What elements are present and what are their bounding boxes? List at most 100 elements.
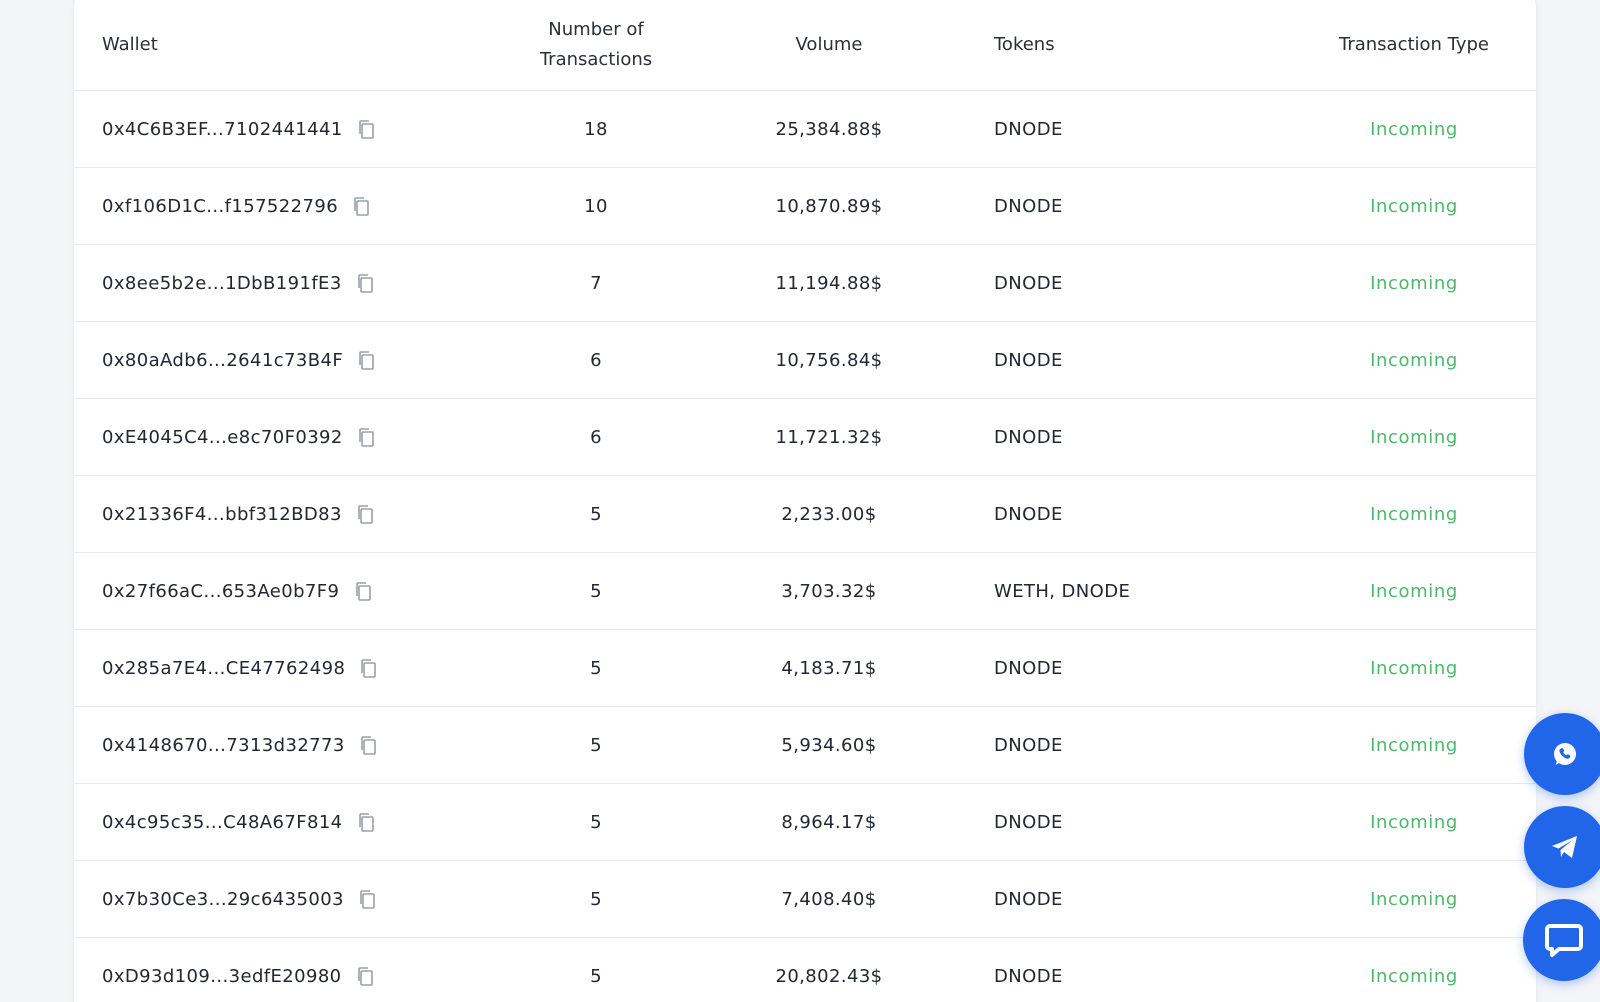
volume-value: 11,194.88$ (664, 244, 994, 322)
volume-value: 10,756.84$ (664, 321, 994, 399)
wallet-cell: 0x4148670...7313d32773 (74, 706, 528, 784)
copy-icon[interactable] (359, 735, 377, 756)
table-body: 0x4C6B3EF...7102441441 18 25,384.88$ DNO… (74, 90, 1536, 1002)
tokens-value: DNODE (994, 90, 1264, 168)
wallet-cell: 0x21336F4...bbf312BD83 (74, 475, 528, 553)
transaction-type: Incoming (1264, 398, 1536, 476)
copy-icon[interactable] (356, 273, 374, 294)
transaction-type: Incoming (1264, 321, 1536, 399)
volume-value: 2,233.00$ (664, 475, 994, 553)
transaction-type: Incoming (1264, 937, 1536, 1002)
whatsapp-icon (1554, 743, 1576, 765)
volume-value: 4,183.71$ (664, 629, 994, 707)
header-transaction-type[interactable]: Transaction Type (1264, 0, 1536, 91)
tokens-value: WETH, DNODE (994, 552, 1264, 630)
chat-bubble-icon (1545, 924, 1583, 957)
volume-value: 25,384.88$ (664, 90, 994, 168)
table-row[interactable]: 0x4148670...7313d32773 5 5,934.60$ DNODE… (74, 706, 1536, 784)
transaction-type: Incoming (1264, 860, 1536, 938)
tokens-value: DNODE (994, 937, 1264, 1002)
header-num-line1: Number of (548, 19, 644, 40)
copy-icon[interactable] (357, 350, 375, 371)
copy-icon[interactable] (352, 196, 370, 217)
transaction-count: 5 (528, 706, 664, 784)
table-row[interactable]: 0x80aAdb6...2641c73B4F 6 10,756.84$ DNOD… (74, 321, 1536, 399)
wallet-cell: 0x8ee5b2e...1DbB191fE3 (74, 244, 528, 322)
transactions-card: Wallet Number of Transactions Volume Tok… (74, 0, 1536, 1002)
copy-icon[interactable] (354, 581, 372, 602)
header-volume[interactable]: Volume (664, 0, 994, 91)
copy-icon[interactable] (359, 658, 377, 679)
tokens-value: DNODE (994, 475, 1264, 553)
telegram-icon (1552, 836, 1577, 858)
table-row[interactable]: 0x21336F4...bbf312BD83 5 2,233.00$ DNODE… (74, 475, 1536, 553)
transaction-count: 5 (528, 629, 664, 707)
header-number-of-transactions[interactable]: Number of Transactions (528, 0, 664, 91)
transaction-count: 5 (528, 552, 664, 630)
whatsapp-button[interactable] (1524, 713, 1600, 795)
transaction-count: 6 (528, 321, 664, 399)
volume-value: 10,870.89$ (664, 167, 994, 245)
live-chat-button[interactable] (1523, 899, 1600, 981)
table-row[interactable]: 0xD93d109...3edfE20980 5 20,802.43$ DNOD… (74, 937, 1536, 1002)
tokens-value: DNODE (994, 706, 1264, 784)
header-wallet[interactable]: Wallet (74, 0, 528, 91)
wallet-cell: 0xD93d109...3edfE20980 (74, 937, 528, 1002)
transaction-type: Incoming (1264, 552, 1536, 630)
telegram-button[interactable] (1524, 806, 1600, 888)
copy-icon[interactable] (357, 812, 375, 833)
wallet-cell: 0x80aAdb6...2641c73B4F (74, 321, 528, 399)
transaction-type: Incoming (1264, 90, 1536, 168)
tokens-value: DNODE (994, 783, 1264, 861)
transaction-type: Incoming (1264, 706, 1536, 784)
wallet-address: 0xE4045C4...e8c70F0392 (102, 426, 343, 448)
wallet-address: 0x4C6B3EF...7102441441 (102, 118, 343, 140)
transaction-type: Incoming (1264, 244, 1536, 322)
wallet-cell: 0x27f66aC...653Ae0b7F9 (74, 552, 528, 630)
table-row[interactable]: 0xE4045C4...e8c70F0392 6 11,721.32$ DNOD… (74, 398, 1536, 476)
copy-icon[interactable] (356, 504, 374, 525)
header-tokens[interactable]: Tokens (994, 0, 1264, 91)
wallet-address: 0x285a7E4...CE47762498 (102, 657, 346, 679)
wallet-address: 0x21336F4...bbf312BD83 (102, 503, 342, 525)
transaction-count: 5 (528, 860, 664, 938)
page: Wallet Number of Transactions Volume Tok… (0, 0, 1600, 1002)
transaction-type: Incoming (1264, 629, 1536, 707)
table-row[interactable]: 0xf106D1C...f157522796 10 10,870.89$ DNO… (74, 167, 1536, 245)
table-row[interactable]: 0x27f66aC...653Ae0b7F9 5 3,703.32$ WETH,… (74, 552, 1536, 630)
table-row[interactable]: 0x7b30Ce3...29c6435003 5 7,408.40$ DNODE… (74, 860, 1536, 938)
wallet-address: 0x80aAdb6...2641c73B4F (102, 349, 344, 371)
wallet-cell: 0x4C6B3EF...7102441441 (74, 90, 528, 168)
transaction-count: 5 (528, 937, 664, 1002)
tokens-value: DNODE (994, 398, 1264, 476)
wallet-cell: 0x4c95c35...C48A67F814 (74, 783, 528, 861)
copy-icon[interactable] (358, 889, 376, 910)
table-row[interactable]: 0x8ee5b2e...1DbB191fE3 7 11,194.88$ DNOD… (74, 244, 1536, 322)
wallet-address: 0x4c95c35...C48A67F814 (102, 811, 343, 833)
wallet-cell: 0xE4045C4...e8c70F0392 (74, 398, 528, 476)
transaction-count: 18 (528, 90, 664, 168)
tokens-value: DNODE (994, 244, 1264, 322)
table-row[interactable]: 0x285a7E4...CE47762498 5 4,183.71$ DNODE… (74, 629, 1536, 707)
tokens-value: DNODE (994, 629, 1264, 707)
wallet-address: 0x7b30Ce3...29c6435003 (102, 888, 344, 910)
wallet-address: 0x27f66aC...653Ae0b7F9 (102, 580, 340, 602)
wallet-cell: 0xf106D1C...f157522796 (74, 167, 528, 245)
wallet-address: 0x4148670...7313d32773 (102, 734, 345, 756)
volume-value: 5,934.60$ (664, 706, 994, 784)
wallet-address: 0xD93d109...3edfE20980 (102, 965, 342, 987)
volume-value: 3,703.32$ (664, 552, 994, 630)
copy-icon[interactable] (356, 966, 374, 987)
header-num-line2: Transactions (539, 49, 653, 70)
transaction-count: 10 (528, 167, 664, 245)
transaction-type: Incoming (1264, 167, 1536, 245)
copy-icon[interactable] (357, 119, 375, 140)
wallet-cell: 0x285a7E4...CE47762498 (74, 629, 528, 707)
transaction-count: 5 (528, 783, 664, 861)
copy-icon[interactable] (357, 427, 375, 448)
table-row[interactable]: 0x4C6B3EF...7102441441 18 25,384.88$ DNO… (74, 90, 1536, 168)
transaction-count: 7 (528, 244, 664, 322)
table-row[interactable]: 0x4c95c35...C48A67F814 5 8,964.17$ DNODE… (74, 783, 1536, 861)
wallet-cell: 0x7b30Ce3...29c6435003 (74, 860, 528, 938)
transaction-type: Incoming (1264, 475, 1536, 553)
